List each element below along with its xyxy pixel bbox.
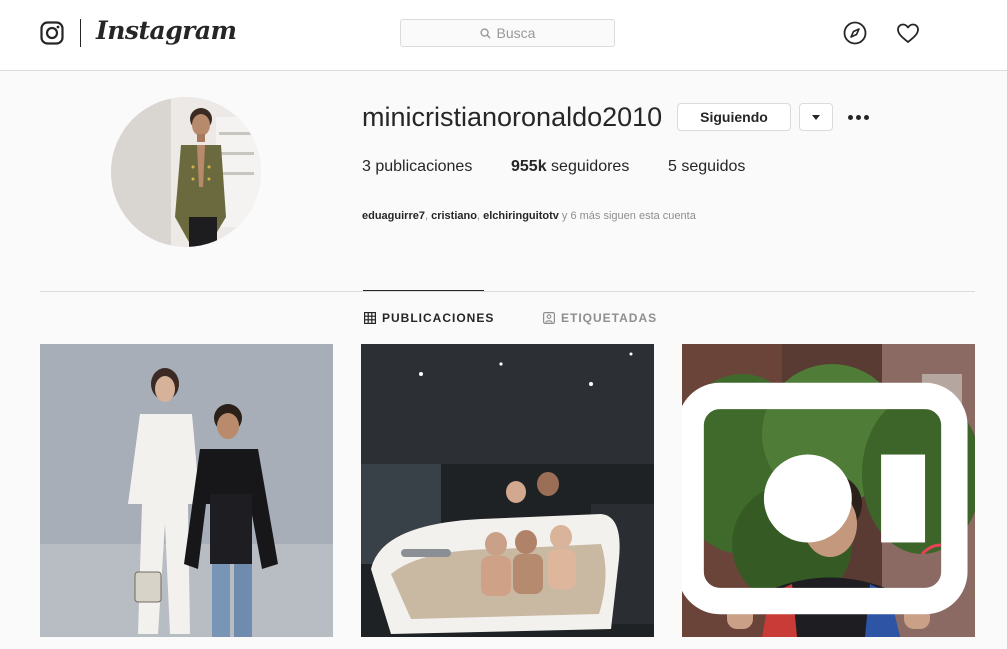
following-count[interactable]: 5 seguidos bbox=[668, 158, 745, 176]
instagram-wordmark[interactable]: Instagram bbox=[96, 16, 237, 45]
followers-count-label: seguidores bbox=[551, 158, 630, 175]
more-dot bbox=[847, 114, 853, 120]
more-dot bbox=[855, 114, 861, 120]
more-options-button[interactable] bbox=[846, 105, 870, 129]
post-thumbnail[interactable] bbox=[40, 344, 333, 637]
followed-by-user[interactable]: elchiringuitotv bbox=[483, 210, 559, 222]
search-placeholder: Busca bbox=[496, 25, 536, 41]
tab-posts-label: PUBLICACIONES bbox=[382, 311, 495, 325]
post-thumbnail[interactable] bbox=[361, 344, 654, 637]
explore-compass-icon[interactable] bbox=[843, 21, 867, 45]
posts-count: 3 publicaciones bbox=[362, 158, 472, 176]
tabs-divider bbox=[40, 291, 975, 292]
followed-by-user[interactable]: eduaguirre7 bbox=[362, 210, 425, 222]
post-thumbnail[interactable] bbox=[682, 344, 975, 637]
followed-by-user[interactable]: cristiano bbox=[431, 210, 477, 222]
posts-count-label: publicaciones bbox=[375, 158, 473, 175]
caret-down-icon bbox=[812, 114, 820, 120]
post-image bbox=[361, 344, 654, 637]
logo-divider bbox=[80, 19, 81, 47]
profile-avatar[interactable] bbox=[111, 97, 261, 247]
tagged-person-icon bbox=[543, 312, 555, 324]
post-image bbox=[40, 344, 333, 637]
grid-icon bbox=[364, 312, 376, 324]
tab-tagged-label: ETIQUETADAS bbox=[561, 311, 658, 325]
tab-tagged[interactable]: ETIQUETADAS bbox=[543, 310, 657, 326]
following-count-label: seguidos bbox=[681, 158, 746, 175]
igtv-icon bbox=[682, 382, 968, 615]
followers-count-value: 955k bbox=[511, 158, 547, 175]
profile-username: minicristianoronaldo2010 bbox=[362, 102, 663, 132]
more-dot bbox=[863, 114, 869, 120]
following-count-value: 5 bbox=[668, 158, 677, 175]
search-input[interactable]: Busca bbox=[400, 19, 615, 47]
active-tab-indicator bbox=[363, 290, 484, 291]
followed-by-suffix: y 6 más siguen esta cuenta bbox=[558, 210, 696, 222]
avatar-photo bbox=[111, 97, 261, 247]
suggestions-dropdown-button[interactable] bbox=[799, 103, 833, 131]
top-navigation-bar: Instagram Busca bbox=[0, 0, 1007, 71]
followers-count[interactable]: 955k seguidores bbox=[511, 158, 629, 176]
followed-by-text[interactable]: eduaguirre7, cristiano, elchiringuitotv … bbox=[362, 210, 696, 222]
activity-heart-icon[interactable] bbox=[896, 21, 920, 45]
posts-count-value: 3 bbox=[362, 158, 371, 175]
instagram-camera-icon[interactable] bbox=[40, 21, 64, 45]
tab-posts[interactable]: PUBLICACIONES bbox=[364, 310, 494, 326]
following-button[interactable]: Siguiendo bbox=[677, 103, 791, 131]
search-icon bbox=[479, 27, 491, 39]
